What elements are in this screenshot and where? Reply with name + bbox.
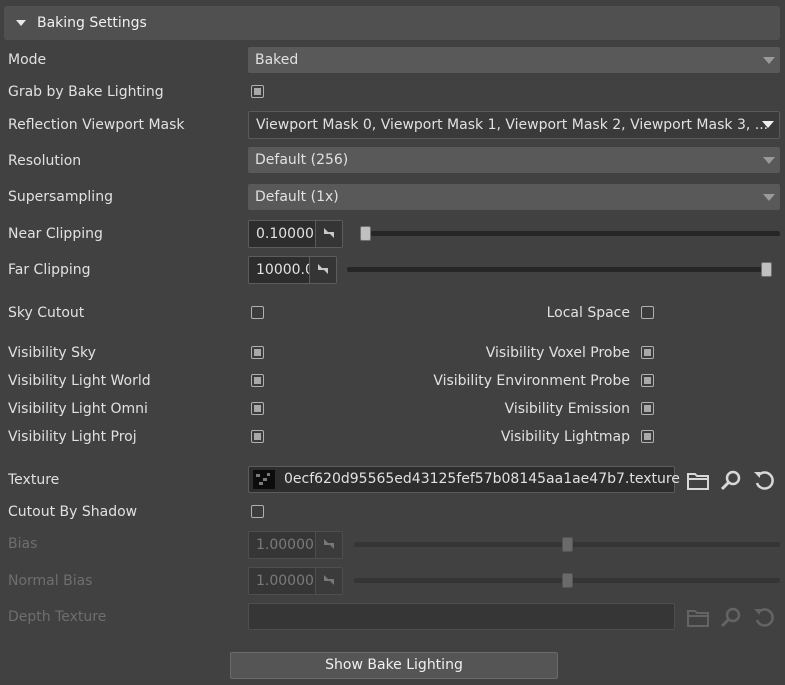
depth-texture-label: Depth Texture: [8, 609, 107, 625]
spin-arrows-icon[interactable]: [309, 257, 336, 283]
visibility-light-proj-checkbox[interactable]: [251, 430, 264, 443]
cutout-by-shadow-label: Cutout By Shadow: [8, 504, 138, 520]
slider-handle: [562, 537, 573, 552]
grab-by-bake-lighting-label: Grab by Bake Lighting: [8, 84, 164, 100]
search-icon[interactable]: [719, 468, 743, 492]
visibility-light-world-label: Visibility Light World: [8, 373, 151, 389]
show-bake-lighting-button[interactable]: Show Bake Lighting: [230, 652, 558, 679]
normal-bias-label: Normal Bias: [8, 573, 93, 589]
visibility-sky-checkbox[interactable]: [251, 346, 264, 359]
supersampling-label: Supersampling: [8, 189, 113, 205]
visibility-lightmap-label: Visibility Lightmap: [500, 429, 630, 445]
bias-value: 1.00000: [256, 537, 314, 553]
local-space-label: Local Space: [546, 305, 630, 321]
supersampling-dropdown[interactable]: Default (1x): [248, 184, 780, 210]
visibility-lightmap-checkbox[interactable]: [641, 430, 654, 443]
mode-label: Mode: [8, 52, 47, 68]
resolution-dropdown[interactable]: Default (256): [248, 147, 780, 173]
far-clipping-value: 10000.0: [256, 262, 314, 278]
near-clipping-label: Near Clipping: [8, 226, 103, 242]
near-clipping-slider[interactable]: [360, 226, 780, 241]
reflection-viewport-mask-dropdown[interactable]: Viewport Mask 0, Viewport Mask 1, Viewpo…: [248, 111, 780, 139]
visibility-emission-checkbox[interactable]: [641, 402, 654, 415]
dropdown-arrow-icon: [762, 121, 774, 128]
sky-cutout-checkbox[interactable]: [251, 306, 264, 319]
slider-handle: [562, 573, 573, 588]
baking-settings-header[interactable]: Baking Settings: [4, 6, 780, 40]
reflection-viewport-mask-value: Viewport Mask 0, Viewport Mask 1, Viewpo…: [256, 117, 769, 133]
normal-bias-input: 1.00000: [248, 567, 343, 595]
mode-value: Baked: [255, 52, 299, 68]
mode-dropdown[interactable]: Baked: [248, 47, 780, 73]
dropdown-arrow-icon: [763, 194, 775, 201]
folder-icon: [687, 610, 709, 627]
supersampling-value: Default (1x): [255, 189, 339, 205]
near-clipping-value: 0.10000: [256, 226, 314, 242]
visibility-light-omni-checkbox[interactable]: [251, 402, 264, 415]
visibility-sky-label: Visibility Sky: [8, 345, 96, 361]
far-clipping-label: Far Clipping: [8, 262, 91, 278]
cutout-by-shadow-checkbox[interactable]: [251, 505, 264, 518]
dropdown-arrow-icon: [763, 157, 775, 164]
search-icon: [720, 607, 741, 628]
visibility-light-proj-label: Visibility Light Proj: [8, 429, 137, 445]
folder-icon[interactable]: [686, 468, 710, 492]
depth-texture-field: [248, 603, 675, 630]
near-clipping-input[interactable]: 0.10000: [248, 220, 343, 248]
reset-icon: [754, 608, 774, 627]
grab-by-bake-lighting-checkbox[interactable]: [251, 85, 264, 98]
visibility-light-world-checkbox[interactable]: [251, 374, 264, 387]
sky-cutout-label: Sky Cutout: [8, 305, 85, 321]
texture-field[interactable]: 0ecf620d95565ed43125fef57b08145aa1ae47b7…: [248, 466, 680, 493]
visibility-voxel-probe-label: Visibility Voxel Probe: [485, 345, 630, 361]
texture-label: Texture: [8, 472, 60, 488]
bias-slider: [354, 537, 780, 552]
bias-input: 1.00000: [248, 531, 343, 559]
visibility-light-omni-label: Visibility Light Omni: [8, 401, 148, 417]
normal-bias-slider: [354, 573, 780, 588]
reset-icon[interactable]: [752, 468, 776, 492]
spin-arrows-icon: [315, 568, 342, 594]
bias-label: Bias: [8, 536, 38, 552]
visibility-voxel-probe-checkbox[interactable]: [641, 346, 654, 359]
reflection-viewport-mask-label: Reflection Viewport Mask: [8, 117, 185, 133]
normal-bias-value: 1.00000: [256, 573, 314, 589]
slider-handle[interactable]: [360, 226, 371, 241]
far-clipping-input[interactable]: 10000.0: [248, 256, 337, 284]
expand-triangle-icon[interactable]: [16, 20, 26, 26]
visibility-environment-probe-label: Visibility Environment Probe: [433, 373, 630, 389]
section-title: Baking Settings: [37, 15, 147, 31]
visibility-emission-label: Visibility Emission: [504, 401, 630, 417]
resolution-label: Resolution: [8, 153, 82, 169]
visibility-environment-probe-checkbox[interactable]: [641, 374, 654, 387]
spin-arrows-icon[interactable]: [315, 221, 342, 247]
slider-handle[interactable]: [761, 262, 772, 277]
texture-thumbnail: [253, 470, 275, 489]
dropdown-arrow-icon: [763, 57, 775, 64]
far-clipping-slider[interactable]: [347, 262, 772, 277]
resolution-value: Default (256): [255, 152, 349, 168]
local-space-checkbox[interactable]: [641, 306, 654, 319]
spin-arrows-icon: [315, 532, 342, 558]
texture-value: 0ecf620d95565ed43125fef57b08145aa1ae47b7…: [284, 471, 680, 487]
